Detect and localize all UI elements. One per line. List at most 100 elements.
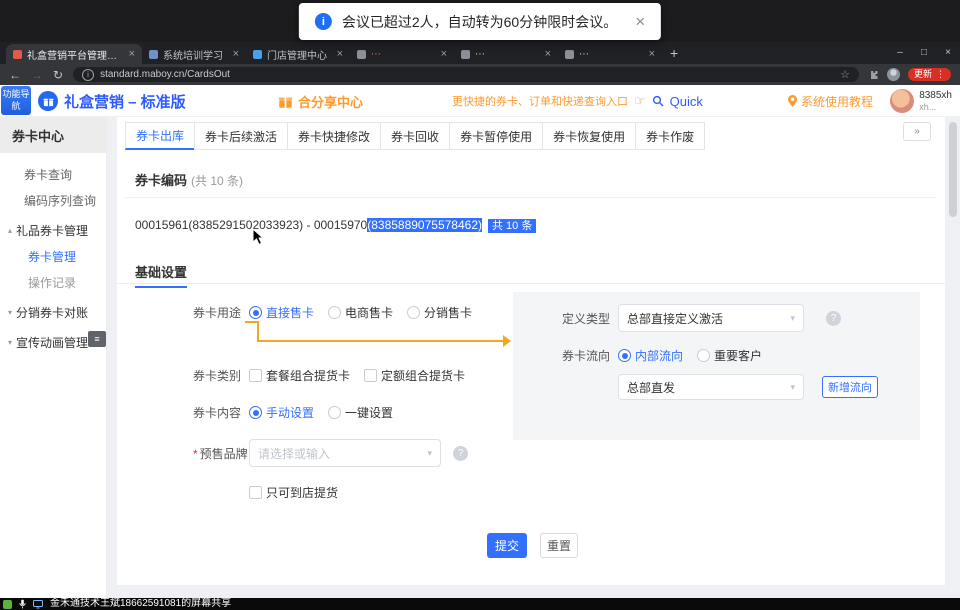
card-action-tabs: 券卡出库 券卡后续激活 券卡快捷修改 券卡回收 券卡暂停使用 券卡恢复使用 券卡… [125, 122, 705, 150]
radio-manual-setting[interactable]: 手动设置 [249, 404, 314, 421]
radio-direct-sale[interactable]: 直接售卡 [249, 304, 314, 321]
extensions-icon[interactable] [869, 70, 879, 80]
radio-distribution-sale[interactable]: 分销售卡 [407, 304, 472, 321]
brand-placeholder: 请选择或输入 [258, 445, 330, 462]
back-icon[interactable]: ← [9, 69, 21, 81]
minimize-button[interactable]: – [888, 42, 912, 64]
tab-close-icon[interactable]: × [441, 49, 447, 60]
sidebar-item-operation-log[interactable]: 操作记录 [0, 269, 106, 295]
flow-label: 券卡流向 [513, 347, 610, 364]
tab-close-icon[interactable]: × [649, 49, 655, 60]
define-type-select[interactable]: 总部直接定义激活▾ [618, 304, 804, 332]
favicon-icon [357, 50, 366, 59]
help-icon[interactable]: ? [826, 311, 841, 326]
tab-title: ⋯ [579, 49, 644, 60]
browser-tab[interactable]: 系统培训学习 × [142, 44, 246, 64]
sidebar-item-card-query[interactable]: 券卡查询 [0, 161, 106, 187]
tab-title: 礼盒营销平台管理中心 [27, 47, 124, 62]
user-menu[interactable]: 8385xh xh... [890, 85, 952, 117]
checkbox-label: 只可到店提货 [266, 484, 338, 501]
radio-ecommerce-sale[interactable]: 电商售卡 [328, 304, 393, 321]
add-flow-button[interactable]: 新增流向 [822, 376, 878, 398]
feature-nav-toggle[interactable]: 功能导航 [1, 86, 31, 115]
checkbox-combo-pickup-card[interactable]: 套餐组合提货卡 [249, 367, 350, 384]
share-center-label: 合分享中心 [298, 92, 363, 111]
browser-tab-active[interactable]: 礼盒营销平台管理中心 × [6, 44, 142, 64]
main-panel: 券卡出库 券卡后续激活 券卡快捷修改 券卡回收 券卡暂停使用 券卡恢复使用 券卡… [117, 117, 945, 585]
tab-card-outbound[interactable]: 券卡出库 [125, 122, 195, 150]
radio-one-click-setting[interactable]: 一键设置 [328, 404, 393, 421]
usage-label: 券卡用途 [193, 304, 241, 321]
toast-close-icon[interactable]: × [635, 13, 645, 30]
checkbox-fixed-combo-pickup-card[interactable]: 定额组合提货卡 [364, 367, 465, 384]
annotation-arrow [257, 340, 505, 342]
panel-collapse-button[interactable]: » [903, 122, 931, 141]
category-label: 券卡类别 [193, 367, 241, 384]
radio-internal-flow[interactable]: 内部流向 [618, 347, 683, 364]
profile-avatar[interactable] [887, 68, 900, 81]
tab-card-void[interactable]: 券卡作废 [635, 122, 705, 150]
reset-button[interactable]: 重置 [540, 533, 578, 558]
chrome-update-button[interactable]: 更新 ⋮ [908, 68, 951, 81]
sidebar-group-label: 礼品券卡管理 [16, 222, 88, 239]
radio-label: 手动设置 [266, 404, 314, 421]
sidebar-group-distribution-reconcile[interactable]: ▾ 分销券卡对账 [0, 299, 106, 325]
reload-icon[interactable]: ↻ [53, 69, 63, 81]
sidebar-collapse-toggle[interactable]: ≡ [88, 331, 106, 347]
tab-title: 系统培训学习 [163, 47, 228, 62]
share-center-link[interactable]: 合分享中心 [278, 85, 363, 117]
sidebar-title: 券卡中心 [0, 117, 106, 153]
card-code-range[interactable]: 00015961(8385291502033923) - 00015970(83… [135, 217, 536, 233]
tab-close-icon[interactable]: × [545, 49, 551, 60]
browser-tab[interactable]: ⋯ × [454, 44, 558, 64]
new-tab-button[interactable]: + [670, 45, 678, 61]
checkbox-store-pickup-only[interactable]: 只可到店提货 [249, 484, 338, 501]
close-button[interactable]: × [936, 42, 960, 64]
radio-key-customer[interactable]: 重要客户 [697, 347, 762, 364]
menu-dots-icon[interactable]: ⋮ [936, 70, 945, 79]
tab-card-suspend[interactable]: 券卡暂停使用 [449, 122, 543, 150]
tab-card-quick-edit[interactable]: 券卡快捷修改 [287, 122, 381, 150]
update-label: 更新 [914, 70, 932, 79]
address-bar[interactable]: i standard.maboy.cn/CardsOut ☆ [73, 67, 859, 82]
sidebar-group-gift-card-mgmt[interactable]: ▴ 礼品券卡管理 [0, 217, 106, 243]
tab-title: ⋯ [475, 49, 540, 60]
radio-off-icon [697, 349, 710, 362]
favicon-icon [253, 50, 262, 59]
browser-tab[interactable]: 门店管理中心 × [246, 44, 350, 64]
tutorial-link[interactable]: 系统使用教程 [788, 85, 873, 117]
tab-card-recycle[interactable]: 券卡回收 [380, 122, 450, 150]
microphone-icon[interactable] [19, 599, 26, 609]
divider [125, 197, 937, 198]
sidebar-item-card-management[interactable]: 券卡管理 [0, 243, 106, 269]
tab-close-icon[interactable]: × [337, 49, 343, 60]
browser-tab[interactable]: ⋯ × [558, 44, 662, 64]
bookmark-star-icon[interactable]: ☆ [840, 68, 850, 81]
presale-brand-select[interactable]: 请选择或输入▾ [249, 439, 441, 467]
radio-label: 重要客户 [714, 347, 762, 364]
toolbar-right: 更新 ⋮ [869, 68, 951, 81]
tab-close-icon[interactable]: × [129, 49, 135, 60]
flow-select[interactable]: 总部直发▾ [618, 374, 804, 400]
radio-off-icon [328, 406, 341, 419]
avatar[interactable] [890, 89, 914, 113]
tab-card-resume[interactable]: 券卡恢复使用 [542, 122, 636, 150]
forward-icon[interactable]: → [31, 69, 43, 81]
submit-button[interactable]: 提交 [487, 533, 527, 558]
tab-card-activate[interactable]: 券卡后续激活 [194, 122, 288, 150]
tab-close-icon[interactable]: × [233, 49, 239, 60]
site-info-icon[interactable]: i [82, 69, 94, 81]
maximize-button[interactable]: □ [912, 42, 936, 64]
screen-share-icon[interactable] [33, 600, 43, 609]
quick-entry-promo[interactable]: 更快捷的券卡、订单和快递查询入口 ☞ Quick [452, 85, 703, 117]
meeting-app-icon[interactable] [3, 600, 12, 609]
scrollbar-thumb[interactable] [949, 122, 957, 217]
user-sub: xh... [919, 102, 952, 112]
help-icon[interactable]: ? [453, 446, 468, 461]
checkbox-icon [249, 369, 262, 382]
chevron-down-icon: ▾ [790, 382, 795, 393]
tab-title: ⋯ [371, 49, 436, 60]
browser-tab[interactable]: ⋯ × [350, 44, 454, 64]
radio-label: 内部流向 [635, 347, 683, 364]
sidebar-item-code-sequence-query[interactable]: 编码序列查询 [0, 187, 106, 213]
